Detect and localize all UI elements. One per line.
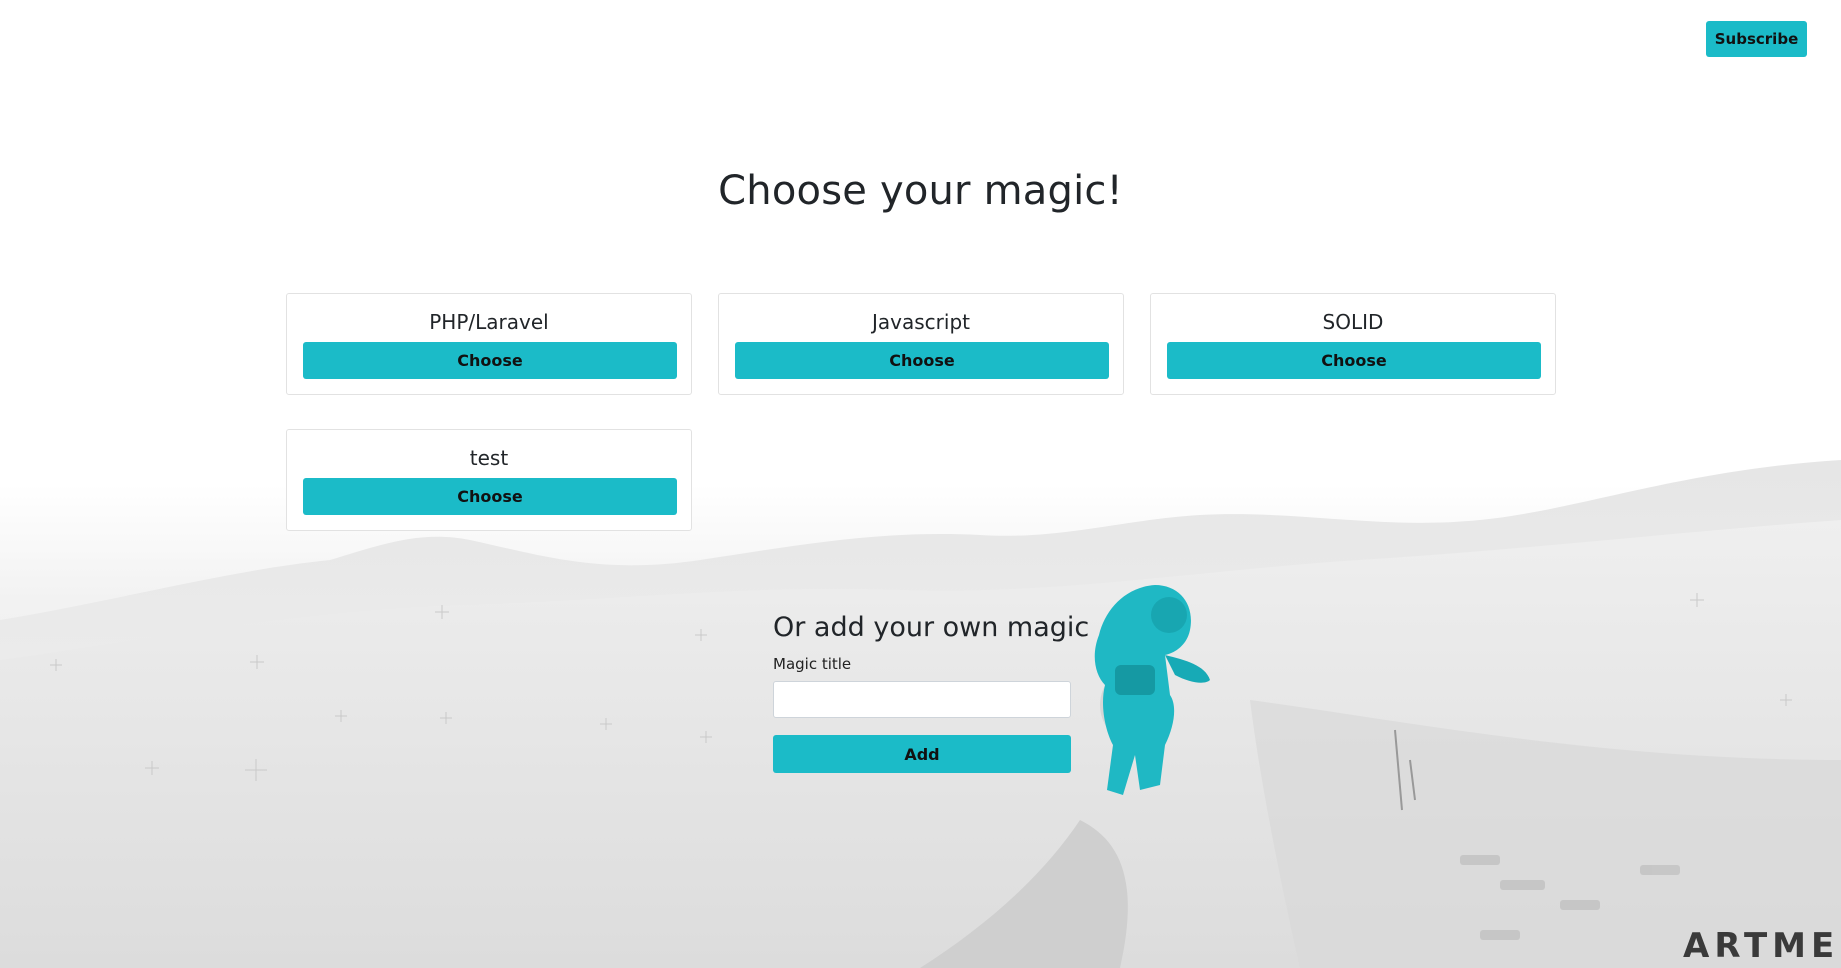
- magic-card: Javascript Choose: [718, 293, 1124, 395]
- add-magic-form: Or add your own magic Magic title Add: [773, 612, 1090, 773]
- magic-card-title: PHP/Laravel: [429, 310, 549, 334]
- magic-card-title: Javascript: [872, 310, 970, 334]
- moon-landscape-background: [0, 0, 1841, 968]
- choose-button[interactable]: Choose: [1167, 342, 1541, 379]
- add-button[interactable]: Add: [773, 735, 1071, 773]
- choose-button[interactable]: Choose: [303, 342, 677, 379]
- magic-card-title: test: [469, 446, 509, 470]
- magic-card: test Choose: [286, 429, 692, 531]
- magic-card: PHP/Laravel Choose: [286, 293, 692, 395]
- magic-title-input[interactable]: [773, 681, 1071, 718]
- subscribe-button[interactable]: Subscribe: [1706, 21, 1807, 57]
- add-magic-title: Or add your own magic: [773, 612, 1090, 643]
- magic-card-title: SOLID: [1322, 310, 1384, 334]
- page-title: Choose your magic!: [718, 168, 1123, 214]
- brand-logo: ARTME: [1683, 926, 1840, 966]
- magic-title-label: Magic title: [773, 655, 852, 673]
- choose-button[interactable]: Choose: [735, 342, 1109, 379]
- magic-card: SOLID Choose: [1150, 293, 1556, 395]
- choose-button[interactable]: Choose: [303, 478, 677, 515]
